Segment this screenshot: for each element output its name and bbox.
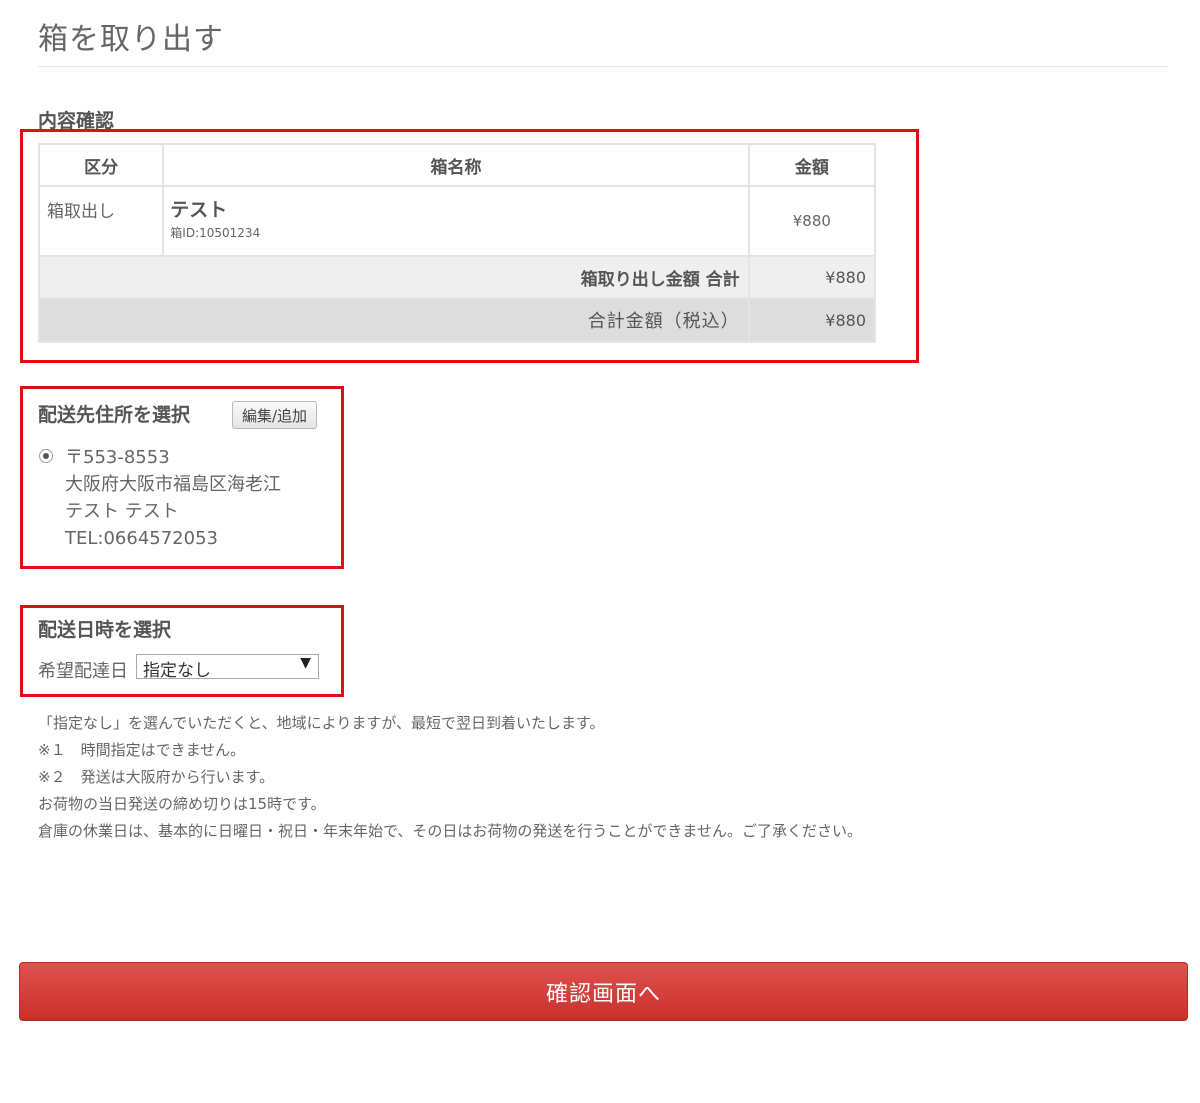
item-price: ¥880 (747, 185, 877, 257)
table-row: 箱取出し テスト 箱ID:10501234 ¥880 (37, 185, 877, 257)
note-line: ※２ 発送は大阪府から行います。 (38, 768, 275, 786)
address-postal: 〒553-8553 (65, 447, 170, 468)
dropdown-arrow-icon: ▼ (300, 655, 311, 671)
delivery-date-selected: 指定なし (143, 661, 211, 681)
total-label: 合計金額（税込） (38, 297, 750, 343)
total-row: 合計金額（税込） ¥880 (38, 297, 877, 343)
item-name-cell: テスト 箱ID:10501234 (162, 185, 750, 257)
title-divider (38, 66, 1168, 67)
item-name: テスト (170, 199, 228, 221)
delivery-date-label: 希望配達日 (38, 661, 128, 682)
address-block: 〒553-8553 大阪府大阪市福島区海老江 テスト テスト TEL:06645… (65, 444, 281, 552)
order-table: 区分 箱名称 金額 箱取出し テスト 箱ID:10501234 ¥880 箱取り… (37, 143, 877, 343)
delivery-notes: 「指定なし」を選んでいただくと、地域によりますが、最短で翌日到着いたします。 ※… (38, 710, 878, 845)
edit-address-button[interactable]: 編集/追加 (232, 401, 317, 429)
table-header-row: 区分 箱名称 金額 (37, 143, 877, 187)
subtotal-value: ¥880 (747, 255, 877, 299)
note-line: 倉庫の休業日は、基本的に日曜日・祝日・年末年始で、その日はお荷物の発送を行うこと… (38, 822, 862, 840)
note-line: ※１ 時間指定はできません。 (38, 741, 246, 759)
note-line: 「指定なし」を選んでいただくと、地域によりますが、最短で翌日到着いたします。 (38, 714, 605, 732)
address-tel: TEL:0664572053 (65, 528, 218, 549)
total-value: ¥880 (747, 297, 877, 343)
address-line1: 大阪府大阪市福島区海老江 (65, 474, 281, 495)
item-box-id: 箱ID:10501234 (170, 226, 261, 240)
address-name: テスト テスト (65, 501, 179, 522)
subtotal-row: 箱取り出し金額 合計 ¥880 (38, 255, 877, 299)
note-line: お荷物の当日発送の締め切りは15時です。 (38, 795, 326, 813)
column-header-price: 金額 (747, 143, 877, 187)
confirm-button[interactable]: 確認画面へ (19, 962, 1188, 1021)
item-kubun: 箱取出し (37, 185, 165, 257)
subtotal-label: 箱取り出し金額 合計 (38, 255, 750, 299)
column-header-kubun: 区分 (37, 143, 165, 187)
date-section-heading: 配送日時を選択 (38, 619, 172, 641)
column-header-name: 箱名称 (162, 143, 750, 187)
delivery-date-select[interactable]: 指定なし ▼ (136, 654, 319, 681)
page-title: 箱を取り出す (38, 22, 224, 57)
address-section-heading: 配送先住所を選択 (38, 404, 191, 426)
address-radio[interactable] (39, 449, 53, 463)
